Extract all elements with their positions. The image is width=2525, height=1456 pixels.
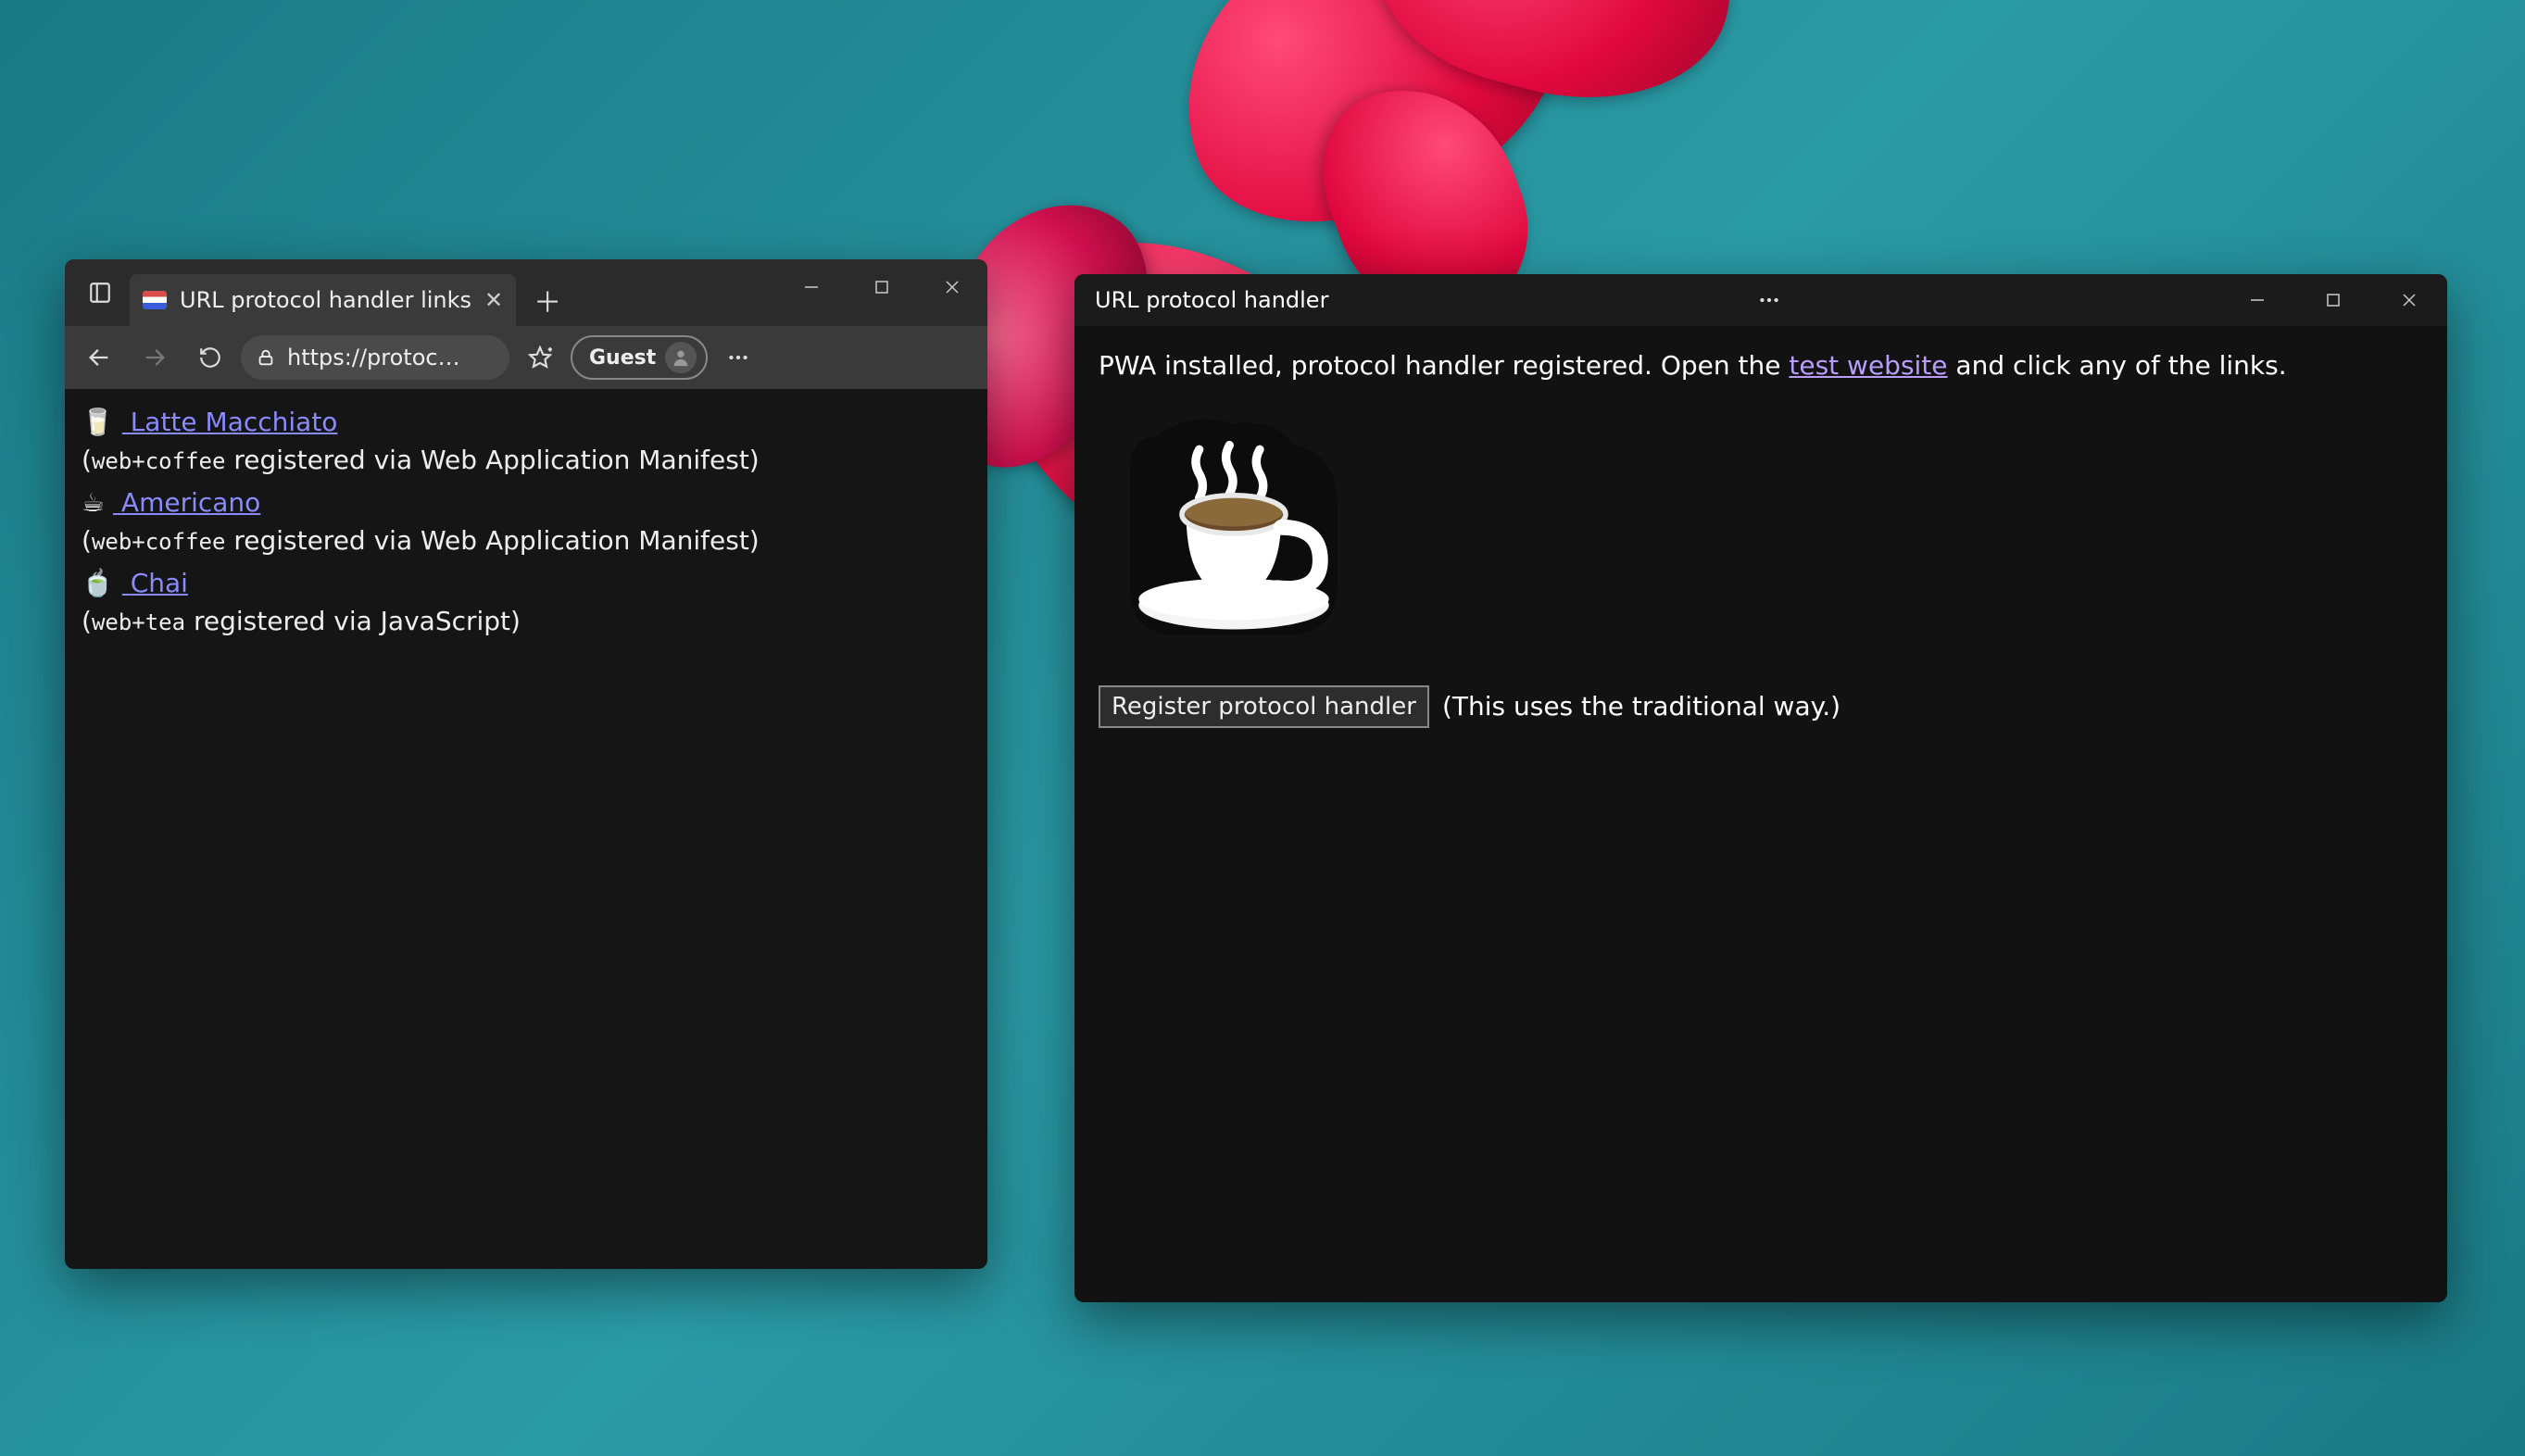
- address-bar[interactable]: https://protoc…: [241, 335, 509, 380]
- pwa-titlebar: URL protocol handler: [1074, 274, 2447, 326]
- browser-tabstrip: URL protocol handler links ✕ ＋: [65, 259, 987, 326]
- tab-title: URL protocol handler links: [180, 287, 471, 313]
- app-menu-button[interactable]: [1749, 275, 1799, 325]
- link-emoji: ☕: [82, 487, 105, 518]
- link-latte[interactable]: Latte Macchiato: [122, 407, 338, 437]
- button-note: (This uses the traditional way.): [1442, 687, 1840, 726]
- coffee-cup-image: [1099, 402, 1369, 661]
- new-tab-button[interactable]: ＋: [521, 274, 573, 326]
- minimize-button[interactable]: [2219, 274, 2295, 326]
- browser-tab[interactable]: URL protocol handler links ✕: [130, 274, 516, 326]
- forward-button[interactable]: [130, 333, 180, 383]
- profile-button[interactable]: Guest: [571, 335, 708, 380]
- browser-window: URL protocol handler links ✕ ＋: [65, 259, 987, 1269]
- back-button[interactable]: [74, 333, 124, 383]
- browser-toolbar: https://protoc… Guest: [65, 326, 987, 389]
- window-controls: [2219, 274, 2447, 326]
- link-subtext: (web+tea registered via JavaScript): [82, 603, 971, 641]
- maximize-button[interactable]: [2295, 274, 2371, 326]
- window-controls: [776, 259, 987, 315]
- maximize-button[interactable]: [847, 259, 917, 315]
- profile-label: Guest: [589, 346, 656, 370]
- intro-text: PWA installed, protocol handler register…: [1099, 346, 2423, 385]
- tab-actions-button[interactable]: [74, 267, 126, 319]
- page-content-left: 🥛 Latte Macchiato (web+coffee registered…: [65, 389, 987, 1269]
- link-chai[interactable]: Chai: [122, 568, 188, 598]
- favorites-button[interactable]: [515, 333, 565, 383]
- pwa-title-text: URL protocol handler: [1095, 287, 1328, 313]
- favicon-icon: [143, 291, 167, 309]
- link-americano[interactable]: Americano: [113, 487, 260, 518]
- link-emoji: 🥛: [82, 407, 114, 437]
- page-content-right: PWA installed, protocol handler register…: [1074, 326, 2447, 748]
- close-tab-button[interactable]: ✕: [484, 287, 503, 313]
- address-text: https://protoc…: [287, 345, 460, 370]
- close-window-button[interactable]: [917, 259, 987, 315]
- close-window-button[interactable]: [2371, 274, 2447, 326]
- pwa-window: URL protocol handler PWA installed, prot…: [1074, 274, 2447, 1302]
- site-info-icon[interactable]: [256, 347, 276, 368]
- avatar-icon: [665, 342, 697, 373]
- link-subtext: (web+coffee registered via Web Applicati…: [82, 442, 971, 480]
- link-subtext: (web+coffee registered via Web Applicati…: [82, 522, 971, 560]
- minimize-button[interactable]: [776, 259, 847, 315]
- link-emoji: 🍵: [82, 568, 114, 598]
- test-website-link[interactable]: test website: [1789, 350, 1947, 381]
- register-protocol-button[interactable]: Register protocol handler: [1099, 685, 1429, 728]
- more-menu-button[interactable]: [713, 333, 763, 383]
- refresh-button[interactable]: [185, 333, 235, 383]
